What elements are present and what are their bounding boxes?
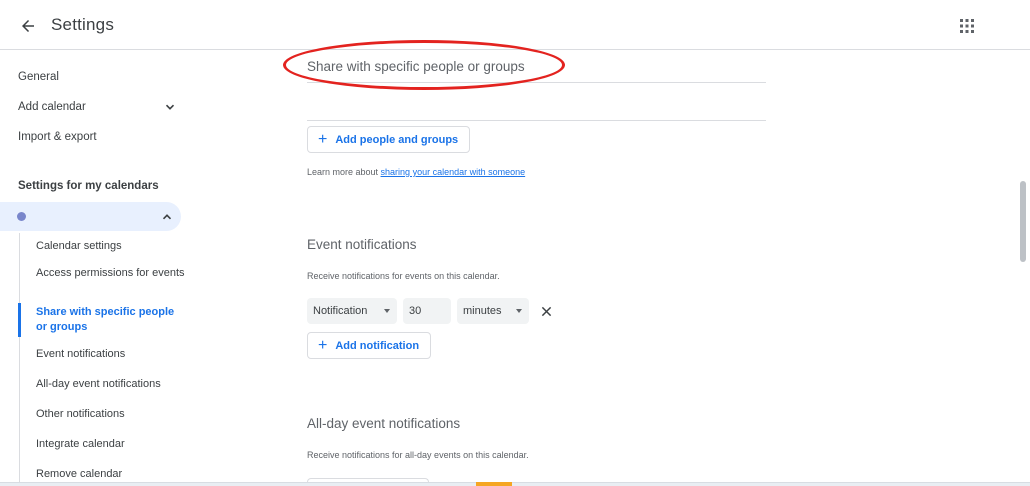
sub-item-other-notifications[interactable]: Other notifications [36,407,186,422]
back-button[interactable] [14,12,42,40]
active-indicator [18,303,21,337]
taskbar-strip [0,482,1030,486]
add-notification-button[interactable]: + Add notification [307,332,432,359]
learn-more-prefix: Learn more about [307,167,381,177]
nav-add-calendar-label: Add calendar [18,101,86,113]
share-section-title: Share with specific people or groups [307,59,525,74]
add-people-button[interactable]: + Add people and groups [307,126,471,153]
dropdown-caret-icon [516,309,522,313]
plus-icon: + [318,336,328,354]
calendar-color-dot [17,212,26,221]
sub-item-event-notifications[interactable]: Event notifications [36,347,186,362]
arrow-back-icon [22,20,34,32]
notification-unit-select[interactable]: minutes [457,298,529,324]
submenu-line [19,233,20,486]
apps-button[interactable] [953,12,981,40]
notification-amount-input[interactable] [403,298,451,324]
page-title: Settings [51,15,115,34]
notification-type-select[interactable]: Notification [307,298,397,324]
notification-unit-value: minutes [463,305,502,317]
divider [307,120,766,121]
plus-icon: + [318,130,328,148]
nav-import-export[interactable]: Import & export [18,131,97,143]
close-icon [541,306,551,316]
nav-add-calendar[interactable]: Add calendar [18,101,176,113]
sub-item-allday-notifications[interactable]: All-day event notifications [36,377,186,392]
add-people-label: Add people and groups [335,133,459,146]
chevron-up-icon [162,214,172,220]
app-header: Settings [0,0,1030,50]
calendar-entry[interactable] [0,202,181,231]
settings-sidebar: General Add calendar Import & export Set… [0,50,200,486]
dropdown-caret-icon [384,309,390,313]
divider [307,82,766,83]
sub-item-remove-calendar[interactable]: Remove calendar [36,467,186,482]
chevron-down-icon [165,104,175,110]
scrollbar-thumb[interactable] [1020,181,1026,262]
settings-main: Share with specific people or groups + A… [200,50,1020,486]
learn-more-text: Learn more about sharing your calendar w… [307,167,525,177]
notification-type-value: Notification [313,305,368,317]
allday-notifications-title: All-day event notifications [307,416,461,431]
nav-general[interactable]: General [18,71,59,83]
sub-item-access-permissions[interactable]: Access permissions for events [36,266,186,281]
event-notifications-description: Receive notifications for events on this… [307,271,500,281]
sharing-help-link[interactable]: sharing your calendar with someone [381,167,526,177]
section-heading-my-calendars: Settings for my calendars [18,180,159,192]
add-notification-label: Add notification [335,339,420,352]
remove-notification-button[interactable] [538,303,554,319]
sub-item-share-specific[interactable]: Share with specific people or groups [36,305,186,335]
event-notifications-title: Event notifications [307,237,417,252]
sub-item-integrate-calendar[interactable]: Integrate calendar [36,437,186,452]
taskbar-accent [476,482,512,486]
sub-item-calendar-settings[interactable]: Calendar settings [36,239,186,254]
allday-notifications-description: Receive notifications for all-day events… [307,450,529,460]
apps-grid-icon [960,19,974,33]
